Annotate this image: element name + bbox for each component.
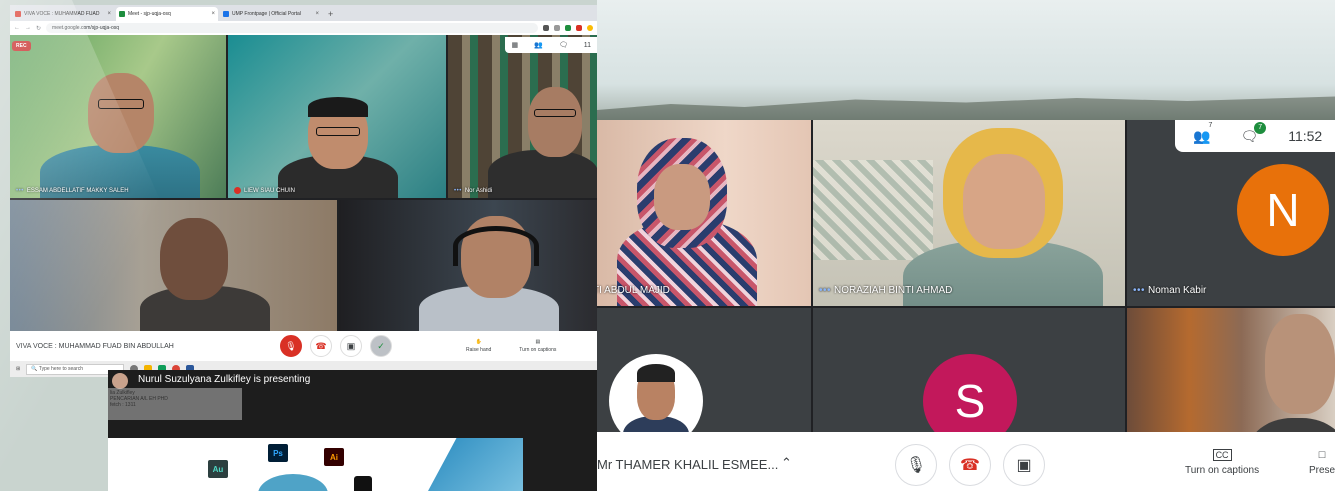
url-field[interactable]: meet.google.com/sjp-uqja-osq [46, 23, 538, 33]
extension-icon[interactable] [565, 25, 571, 31]
mic-off-icon [234, 187, 241, 194]
present-button[interactable]: □ Prese [1309, 449, 1335, 476]
captions-icon: ▤ [535, 339, 541, 345]
participant-tile[interactable]: ••• Nor Ashidi [448, 35, 597, 198]
windows-start-icon[interactable]: ⊞ [16, 366, 20, 372]
meeting-top-bar: ▦ 👥 🗨 11 [505, 37, 597, 53]
participant-name: ••• ESSAM ABDELLATIF MAKKY SALEH [16, 188, 129, 194]
captions-button[interactable]: CC Turn on captions [1185, 449, 1259, 476]
extension-icon[interactable] [543, 25, 549, 31]
chevron-up-icon[interactable]: ⌃ [781, 455, 792, 471]
close-icon[interactable]: × [315, 11, 319, 17]
leave-call-button[interactable]: ☎ [949, 444, 991, 486]
participant-tile[interactable]: ••• ESSAM ABDELLATIF MAKKY SALEH [10, 35, 226, 198]
profile-icon[interactable] [587, 25, 593, 31]
participant-tile[interactable]: LIEW SIAU CHUIN [228, 35, 446, 198]
audition-icon: Au [208, 460, 228, 478]
present-button[interactable]: ✓ [370, 335, 392, 357]
participant-tile[interactable]: ••• NORAZIAH BINTI AHMAD [813, 120, 1125, 306]
hang-up-icon: ☎ [960, 457, 980, 474]
reload-icon[interactable]: ↻ [36, 25, 41, 32]
meeting-top-bar: 👥 7 🗨 7 11:52 [1175, 120, 1335, 152]
chat-icon[interactable]: 🗨 7 [1240, 121, 1267, 145]
microphone-off-button[interactable]: 🎙 [280, 335, 302, 357]
chat-badge: 7 [1254, 121, 1267, 134]
address-bar: ← → ↻ meet.google.com/sjp-uqja-osq [10, 21, 597, 35]
captions-icon: CC [1212, 449, 1232, 461]
audio-indicator-icon: ••• [16, 188, 24, 194]
extension-icon[interactable] [576, 25, 582, 31]
people-count: 7 [1208, 122, 1213, 129]
participant-tile[interactable] [339, 200, 597, 331]
participant-name: ••• Nor Ashidi [454, 188, 493, 194]
camera-icon: ▣ [346, 340, 356, 351]
slide-shape [428, 438, 523, 491]
close-icon[interactable]: × [211, 11, 215, 17]
presentation-panel: Nurul Suzulyana Zulkifley is presenting … [108, 370, 597, 491]
people-icon[interactable]: 👥 7 [1193, 122, 1212, 145]
slide-circle [258, 474, 328, 491]
illustrator-icon: Ai [324, 448, 344, 466]
camera-button[interactable]: ▣ [340, 335, 362, 357]
raise-hand-button[interactable]: ✋ Raise hand [466, 339, 491, 353]
hand-icon: ✋ [475, 339, 482, 345]
people-icon[interactable]: 👥 [534, 41, 543, 49]
presentation-slide: Au Ps Ai [108, 438, 523, 491]
new-tab-button[interactable]: + [324, 9, 337, 21]
back-icon[interactable]: ← [14, 25, 20, 31]
participant-name: LIEW SIAU CHUIN [234, 187, 295, 194]
participant-tile[interactable] [10, 200, 337, 331]
left-control-bar: VIVA VOCE : MUHAMMAD FUAD BIN ABDULLAH 🎙… [10, 331, 597, 361]
chat-icon[interactable]: 🗨 [559, 41, 568, 49]
participant-count: 11 [583, 41, 591, 49]
camera-icon: ▣ [1016, 457, 1032, 474]
microphone-icon: 🎙 [905, 457, 927, 474]
layout-icon[interactable]: ▦ [511, 41, 518, 49]
gmail-icon [15, 11, 21, 17]
screenshot-root: TI ABDUL MAJID ••• NORAZIAH BINTI AHMAD N… [0, 0, 1335, 491]
site-icon [223, 11, 229, 17]
presenting-label: Nurul Suzulyana Zulkifley is presenting [138, 374, 311, 385]
browser-tab[interactable]: VIVA VOCE : MUHAMMAD FUAD × [12, 7, 114, 21]
participant-name: TI ABDUL MAJID [597, 285, 670, 296]
clock: 11:52 [1288, 128, 1323, 144]
microphone-button[interactable]: 🎙 [895, 444, 937, 486]
browser-tab-bar: VIVA VOCE : MUHAMMAD FUAD × Meet - sjp-uq… [10, 5, 597, 21]
hang-up-icon: ☎ [315, 340, 327, 351]
leave-call-button[interactable]: ☎ [310, 335, 332, 357]
camera-button[interactable]: ▣ [1003, 444, 1045, 486]
audio-indicator-icon: ••• [819, 285, 832, 296]
star-icon[interactable] [554, 25, 560, 31]
browser-tab[interactable]: Meet - sjp-uqja-osq × [116, 7, 218, 21]
present-icon: □ [1318, 449, 1326, 461]
mic-off-icon: 🎙 [285, 340, 297, 351]
participant-avatar: N [1237, 164, 1329, 256]
recording-badge: REC [12, 41, 31, 51]
left-meet-grid: ••• ESSAM ABDELLATIF MAKKY SALEH LIEW SIA… [10, 35, 597, 331]
participant-name: ••• Noman Kabir [1133, 285, 1207, 296]
forward-icon[interactable]: → [25, 25, 31, 31]
audio-indicator-icon: ••• [1133, 285, 1146, 296]
app-icon [354, 476, 372, 491]
right-control-bar: Mr THAMER KHALIL ESMEE... ⌃ 🎙 ☎ ▣ CC Turn… [597, 432, 1335, 491]
participant-tile[interactable]: TI ABDUL MAJID [597, 120, 811, 306]
captions-button[interactable]: ▤ Turn on captions [519, 339, 556, 353]
participant-name: ••• NORAZIAH BINTI AHMAD [819, 285, 953, 296]
photoshop-icon: Ps [268, 444, 288, 462]
meeting-title[interactable]: VIVA VOCE : MUHAMMAD FUAD BIN ABDULLAH [16, 343, 276, 350]
presenter-avatar [112, 373, 128, 389]
meeting-title[interactable]: Mr THAMER KHALIL ESMEE... [597, 457, 778, 472]
browser-window: VIVA VOCE : MUHAMMAD FUAD × Meet - sjp-uq… [10, 5, 597, 377]
close-icon[interactable]: × [107, 11, 111, 17]
browser-tab[interactable]: UMP Frontpage | Official Portal × [220, 7, 322, 21]
checkmark-icon: ✓ [377, 340, 385, 351]
meet-icon [119, 11, 125, 17]
audio-indicator-icon: ••• [454, 188, 462, 194]
presenter-inset: lia Zulkifley PENCARIAN A/L EH PHD fetch… [108, 388, 242, 420]
